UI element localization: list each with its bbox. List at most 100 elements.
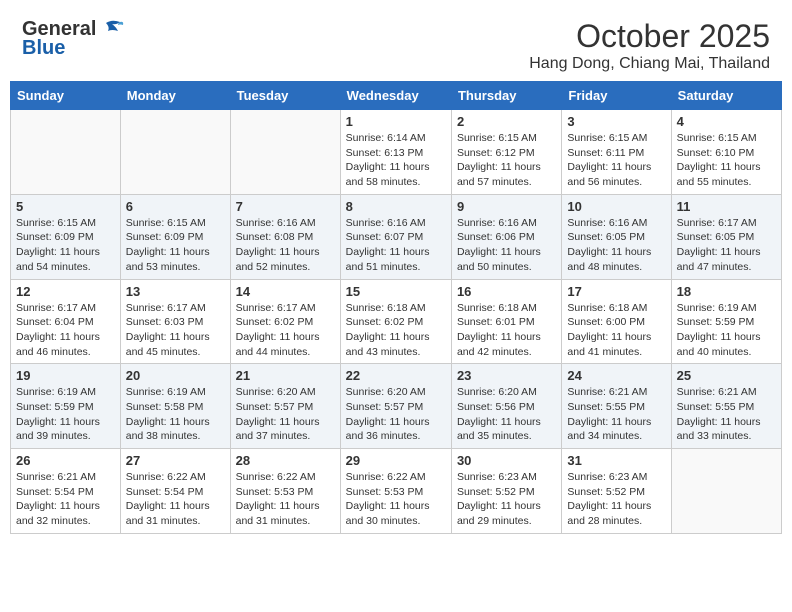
day-info: Sunrise: 6:16 AM Sunset: 6:07 PM Dayligh…: [346, 216, 446, 275]
day-number: 7: [236, 199, 335, 214]
day-info: Sunrise: 6:14 AM Sunset: 6:13 PM Dayligh…: [346, 131, 446, 190]
day-number: 17: [567, 284, 665, 299]
day-number: 25: [677, 368, 776, 383]
day-info: Sunrise: 6:18 AM Sunset: 6:02 PM Dayligh…: [346, 301, 446, 360]
calendar-cell: 9Sunrise: 6:16 AM Sunset: 6:06 PM Daylig…: [451, 194, 561, 279]
day-number: 15: [346, 284, 446, 299]
day-info: Sunrise: 6:23 AM Sunset: 5:52 PM Dayligh…: [457, 470, 556, 529]
month-title: October 2025: [529, 18, 770, 55]
day-number: 31: [567, 453, 665, 468]
week-row-2: 5 Sunrise: 6:15 AM Sunset: 6:09 PM Daylig…: [11, 194, 782, 279]
day-info: Sunrise: 6:20 AM Sunset: 5:57 PM Dayligh…: [346, 385, 446, 444]
week-row-4: 19 Sunrise: 6:19 AM Sunset: 5:59 PM Dayli…: [11, 364, 782, 449]
day-info: Sunrise: 6:22 AM Sunset: 5:54 PM Dayligh…: [126, 470, 225, 529]
calendar-cell: 4Sunrise: 6:15 AM Sunset: 6:10 PM Daylig…: [671, 110, 781, 195]
calendar-cell: 11Sunrise: 6:17 AM Sunset: 6:05 PM Dayli…: [671, 194, 781, 279]
day-info: Sunrise: 6:15 AM Sunset: 6:12 PM Dayligh…: [457, 131, 556, 190]
calendar-cell: 19 Sunrise: 6:19 AM Sunset: 5:59 PM Dayli…: [11, 364, 121, 449]
calendar-cell: 28 Sunrise: 6:22 AM Sunset: 5:53 PM Dayli…: [230, 449, 340, 534]
day-number: 28: [236, 453, 335, 468]
day-info: Sunrise: 6:22 AM Sunset: 5:53 PM Dayligh…: [236, 470, 335, 529]
weekday-header-row: SundayMondayTuesdayWednesdayThursdayFrid…: [11, 82, 782, 110]
day-number: 30: [457, 453, 556, 468]
calendar-cell: 7 Sunrise: 6:16 AM Sunset: 6:08 PM Daylig…: [230, 194, 340, 279]
day-number: 9: [457, 199, 556, 214]
day-info: Sunrise: 6:16 AM Sunset: 6:05 PM Dayligh…: [567, 216, 665, 275]
day-info: Sunrise: 6:19 AM Sunset: 5:59 PM Dayligh…: [677, 301, 776, 360]
logo-bird-icon: [98, 19, 124, 41]
day-info: Sunrise: 6:21 AM Sunset: 5:55 PM Dayligh…: [677, 385, 776, 444]
logo: General Blue: [22, 18, 124, 60]
calendar-cell: 26 Sunrise: 6:21 AM Sunset: 5:54 PM Dayli…: [11, 449, 121, 534]
day-info: Sunrise: 6:15 AM Sunset: 6:11 PM Dayligh…: [567, 131, 665, 190]
calendar-cell: 15 Sunrise: 6:18 AM Sunset: 6:02 PM Dayli…: [340, 279, 451, 364]
calendar: SundayMondayTuesdayWednesdayThursdayFrid…: [10, 81, 782, 534]
day-number: 20: [126, 368, 225, 383]
day-number: 22: [346, 368, 446, 383]
day-info: Sunrise: 6:15 AM Sunset: 6:09 PM Dayligh…: [126, 216, 225, 275]
logo-blue: Blue: [22, 37, 65, 60]
title-section: October 2025 Hang Dong, Chiang Mai, Thai…: [529, 18, 770, 73]
day-info: Sunrise: 6:16 AM Sunset: 6:08 PM Dayligh…: [236, 216, 335, 275]
day-info: Sunrise: 6:18 AM Sunset: 6:01 PM Dayligh…: [457, 301, 556, 360]
weekday-header-saturday: Saturday: [671, 82, 781, 110]
day-info: Sunrise: 6:20 AM Sunset: 5:57 PM Dayligh…: [236, 385, 335, 444]
calendar-cell: 27 Sunrise: 6:22 AM Sunset: 5:54 PM Dayli…: [120, 449, 230, 534]
calendar-cell: 18 Sunrise: 6:19 AM Sunset: 5:59 PM Dayli…: [671, 279, 781, 364]
calendar-cell: 6 Sunrise: 6:15 AM Sunset: 6:09 PM Daylig…: [120, 194, 230, 279]
calendar-cell: 30 Sunrise: 6:23 AM Sunset: 5:52 PM Dayli…: [451, 449, 561, 534]
calendar-cell: 12 Sunrise: 6:17 AM Sunset: 6:04 PM Dayli…: [11, 279, 121, 364]
calendar-cell: 10 Sunrise: 6:16 AM Sunset: 6:05 PM Dayli…: [562, 194, 671, 279]
day-info: Sunrise: 6:17 AM Sunset: 6:05 PM Dayligh…: [677, 216, 776, 275]
weekday-header-tuesday: Tuesday: [230, 82, 340, 110]
day-number: 19: [16, 368, 115, 383]
calendar-cell: 8 Sunrise: 6:16 AM Sunset: 6:07 PM Daylig…: [340, 194, 451, 279]
calendar-cell: 5Sunrise: 6:15 AM Sunset: 6:09 PM Daylig…: [11, 194, 121, 279]
day-info: Sunrise: 6:18 AM Sunset: 6:00 PM Dayligh…: [567, 301, 665, 360]
day-number: 18: [677, 284, 776, 299]
calendar-cell: [230, 110, 340, 195]
day-info: Sunrise: 6:23 AM Sunset: 5:52 PM Dayligh…: [567, 470, 665, 529]
day-info: Sunrise: 6:17 AM Sunset: 6:03 PM Dayligh…: [126, 301, 225, 360]
calendar-cell: 2 Sunrise: 6:15 AM Sunset: 6:12 PM Daylig…: [451, 110, 561, 195]
day-number: 26: [16, 453, 115, 468]
calendar-cell: 21 Sunrise: 6:20 AM Sunset: 5:57 PM Dayli…: [230, 364, 340, 449]
day-number: 29: [346, 453, 446, 468]
week-row-5: 26 Sunrise: 6:21 AM Sunset: 5:54 PM Dayli…: [11, 449, 782, 534]
weekday-header-monday: Monday: [120, 82, 230, 110]
day-info: Sunrise: 6:19 AM Sunset: 5:58 PM Dayligh…: [126, 385, 225, 444]
weekday-header-thursday: Thursday: [451, 82, 561, 110]
day-number: 8: [346, 199, 446, 214]
day-info: Sunrise: 6:21 AM Sunset: 5:55 PM Dayligh…: [567, 385, 665, 444]
day-info: Sunrise: 6:22 AM Sunset: 5:53 PM Dayligh…: [346, 470, 446, 529]
day-number: 27: [126, 453, 225, 468]
day-number: 16: [457, 284, 556, 299]
location-title: Hang Dong, Chiang Mai, Thailand: [529, 55, 770, 73]
calendar-cell: [11, 110, 121, 195]
day-number: 13: [126, 284, 225, 299]
day-info: Sunrise: 6:17 AM Sunset: 6:04 PM Dayligh…: [16, 301, 115, 360]
day-number: 5: [16, 199, 115, 214]
day-info: Sunrise: 6:20 AM Sunset: 5:56 PM Dayligh…: [457, 385, 556, 444]
calendar-cell: 1 Sunrise: 6:14 AM Sunset: 6:13 PM Daylig…: [340, 110, 451, 195]
day-info: Sunrise: 6:21 AM Sunset: 5:54 PM Dayligh…: [16, 470, 115, 529]
calendar-cell: 25 Sunrise: 6:21 AM Sunset: 5:55 PM Dayli…: [671, 364, 781, 449]
day-info: Sunrise: 6:19 AM Sunset: 5:59 PM Dayligh…: [16, 385, 115, 444]
calendar-cell: 23Sunrise: 6:20 AM Sunset: 5:56 PM Dayli…: [451, 364, 561, 449]
day-info: Sunrise: 6:15 AM Sunset: 6:10 PM Dayligh…: [677, 131, 776, 190]
week-row-1: 1 Sunrise: 6:14 AM Sunset: 6:13 PM Daylig…: [11, 110, 782, 195]
day-number: 2: [457, 114, 556, 129]
calendar-cell: 29 Sunrise: 6:22 AM Sunset: 5:53 PM Dayli…: [340, 449, 451, 534]
day-number: 10: [567, 199, 665, 214]
day-number: 1: [346, 114, 446, 129]
weekday-header-sunday: Sunday: [11, 82, 121, 110]
calendar-cell: 20 Sunrise: 6:19 AM Sunset: 5:58 PM Dayli…: [120, 364, 230, 449]
day-number: 12: [16, 284, 115, 299]
day-number: 3: [567, 114, 665, 129]
day-number: 21: [236, 368, 335, 383]
day-number: 6: [126, 199, 225, 214]
day-number: 24: [567, 368, 665, 383]
calendar-cell: 17 Sunrise: 6:18 AM Sunset: 6:00 PM Dayli…: [562, 279, 671, 364]
calendar-cell: 3 Sunrise: 6:15 AM Sunset: 6:11 PM Daylig…: [562, 110, 671, 195]
calendar-cell: [120, 110, 230, 195]
